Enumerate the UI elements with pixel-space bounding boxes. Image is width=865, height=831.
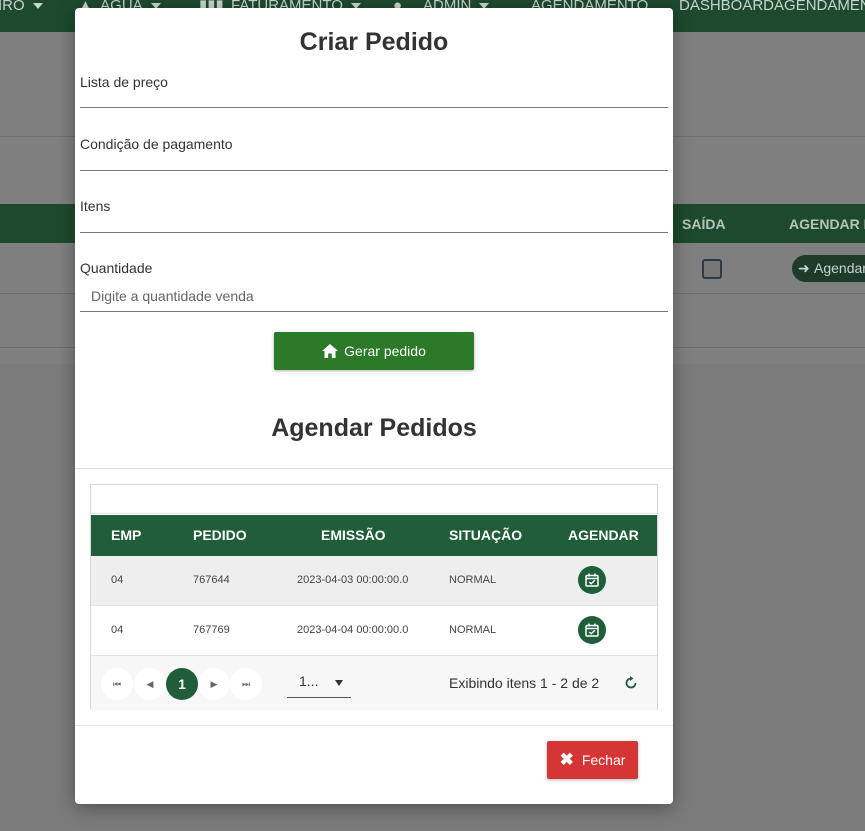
- cell-emissao: 2023-04-04 00:00:00.0: [297, 624, 409, 636]
- quantidade-underline: [80, 311, 668, 312]
- cell-emp: 04: [111, 574, 124, 586]
- first-page-button[interactable]: ⏮: [101, 668, 133, 700]
- grid-header: EMP PEDIDO EMISSÃO SITUAÇÃO AGENDAR: [91, 515, 657, 556]
- cell-situacao: NORMAL: [449, 574, 497, 586]
- arrow-right-icon: ➜: [798, 260, 810, 276]
- column-header-situacao[interactable]: SITUAÇÃO: [449, 527, 522, 543]
- modal-title: Criar Pedido: [299, 28, 449, 56]
- prev-page-button[interactable]: ◀: [134, 668, 166, 700]
- agendar-row-button[interactable]: ➜ Agendar: [792, 255, 865, 282]
- cell-pedido: 767644: [193, 574, 230, 586]
- page-size-select[interactable]: 1...: [287, 666, 351, 698]
- home-icon: [322, 344, 339, 358]
- cell-emp: 04: [111, 624, 124, 636]
- agendar-calendar-button[interactable]: [578, 566, 606, 594]
- criar-pedido-modal: Criar Pedido Lista de preço Condição de …: [75, 8, 673, 804]
- column-header-emissao[interactable]: EMISSÃO: [321, 527, 386, 543]
- grid-pager: ⏮ ◀ 1 ▶ ⏭ 1... Exibindo itens 1 - 2 de 2: [91, 656, 657, 710]
- column-header-agendar: AGENDAR P: [789, 216, 865, 232]
- condicao-pagamento-underline: [80, 170, 668, 171]
- cell-situacao: NORMAL: [449, 624, 497, 636]
- close-icon: ✖: [559, 750, 574, 769]
- agendar-pedidos-title: Agendar Pedidos: [271, 414, 477, 442]
- fechar-button[interactable]: ✖ Fechar: [547, 741, 638, 779]
- next-page-button[interactable]: ▶: [198, 668, 230, 700]
- agendar-calendar-button[interactable]: [578, 616, 606, 644]
- calendar-check-icon: [585, 623, 599, 637]
- table-row[interactable]: 04 767644 2023-04-03 00:00:00.0 NORMAL: [91, 556, 657, 606]
- lista-preco-underline: [80, 107, 668, 108]
- lista-preco-label: Lista de preço: [80, 74, 168, 90]
- gerar-pedido-button[interactable]: Gerar pedido: [274, 332, 474, 370]
- itens-label: Itens: [80, 198, 111, 214]
- nav-item-financeiro[interactable]: IRO: [0, 0, 43, 13]
- nav-item-dashboard-agendamento[interactable]: DASHBOARDAGENDAMENTO: [679, 0, 865, 13]
- column-header-saida: SAÍDA: [682, 216, 726, 232]
- page-1-button[interactable]: 1: [166, 668, 198, 700]
- condicao-pagamento-select[interactable]: [80, 154, 668, 170]
- itens-select[interactable]: [80, 216, 668, 232]
- pager-info: Exibindo itens 1 - 2 de 2: [449, 675, 600, 691]
- column-header-emp[interactable]: EMP: [111, 527, 141, 543]
- column-header-agendar[interactable]: AGENDAR: [568, 527, 639, 543]
- condicao-pagamento-label: Condição de pagamento: [80, 136, 233, 152]
- cell-pedido: 767769: [193, 624, 230, 636]
- quantidade-input[interactable]: [80, 284, 668, 308]
- column-header-pedido[interactable]: PEDIDO: [193, 527, 247, 543]
- saida-checkbox[interactable]: [702, 259, 722, 279]
- lista-preco-select[interactable]: [80, 92, 668, 108]
- grid-toolbar: [91, 485, 657, 514]
- itens-underline: [80, 232, 668, 233]
- refresh-icon[interactable]: [623, 675, 639, 691]
- divider: [75, 468, 673, 469]
- cell-emissao: 2023-04-03 00:00:00.0: [297, 574, 409, 586]
- quantidade-label: Quantidade: [80, 260, 153, 276]
- last-page-button[interactable]: ⏭: [230, 668, 262, 700]
- chevron-down-icon: [32, 3, 43, 10]
- dropdown-arrow-icon: [335, 680, 343, 686]
- pedidos-grid: EMP PEDIDO EMISSÃO SITUAÇÃO AGENDAR 04 7…: [90, 484, 658, 710]
- table-row[interactable]: 04 767769 2023-04-04 00:00:00.0 NORMAL: [91, 606, 657, 656]
- calendar-check-icon: [585, 573, 599, 587]
- divider: [75, 725, 673, 726]
